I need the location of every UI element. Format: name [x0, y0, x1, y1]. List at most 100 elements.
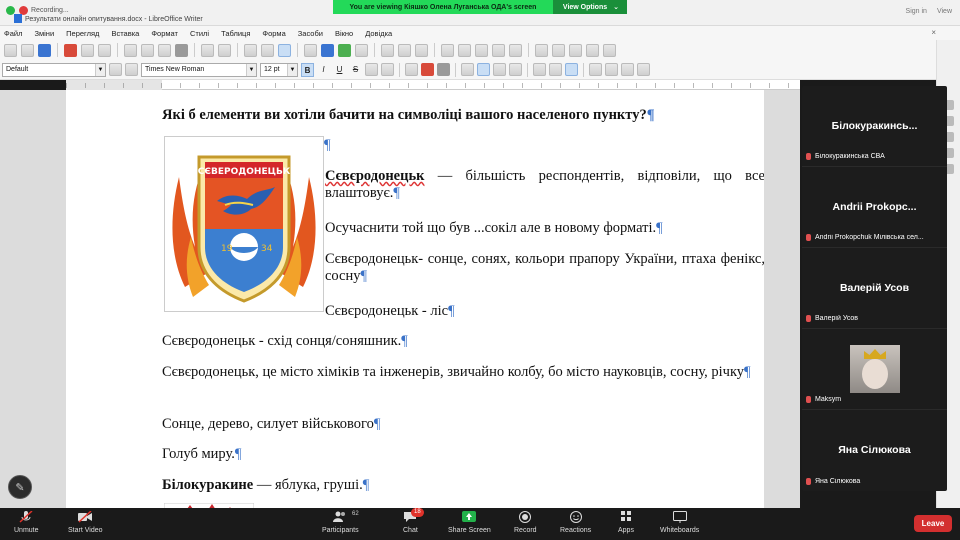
annotate-pen-icon[interactable]: ✎ — [8, 475, 32, 499]
bookmark-icon[interactable] — [492, 43, 505, 57]
menu-window[interactable]: Вікно — [335, 29, 353, 38]
horizontal-ruler[interactable] — [66, 80, 800, 90]
undo-icon[interactable] — [201, 43, 214, 57]
reactions-button[interactable]: Reactions — [560, 511, 591, 534]
participant-tile[interactable]: Білокуракинсь... Білокуракинська СВА — [802, 86, 947, 167]
participant-label-text: Валерій Усов — [815, 315, 859, 322]
menu-edit[interactable]: Зміни — [34, 29, 54, 38]
update-style-icon[interactable] — [109, 63, 122, 76]
menu-tools[interactable]: Засоби — [298, 29, 323, 38]
menu-styles[interactable]: Стилі — [190, 29, 209, 38]
underline-button[interactable]: U — [333, 63, 346, 77]
hyperlink-icon[interactable] — [441, 43, 454, 57]
comment-icon[interactable] — [535, 43, 548, 57]
menu-insert[interactable]: Вставка — [111, 29, 139, 38]
export-pdf-icon[interactable] — [64, 43, 77, 57]
page-break-icon[interactable] — [381, 43, 394, 57]
line-icon[interactable] — [569, 43, 582, 57]
bold-button[interactable]: B — [301, 62, 314, 77]
view-options-button[interactable]: View Options ⌄ — [552, 0, 627, 14]
cross-reference-icon[interactable] — [509, 43, 522, 57]
pilcrow: ¶ — [393, 185, 400, 201]
outline-list-icon[interactable] — [565, 63, 578, 76]
apps-button[interactable]: Apps — [618, 511, 634, 534]
print-icon[interactable] — [81, 43, 94, 57]
copy-icon[interactable] — [141, 43, 154, 57]
participant-avatar — [850, 345, 900, 393]
draw-functions-icon[interactable] — [603, 43, 616, 57]
whiteboards-button[interactable]: Whiteboards — [660, 511, 699, 534]
emblem-year2: 34 — [261, 244, 273, 254]
document-page[interactable]: Які б елементи ви хотіли бачити на симво… — [66, 90, 764, 508]
start-video-button[interactable]: Start Video — [68, 511, 103, 534]
chat-button[interactable]: 18 Chat — [403, 508, 424, 534]
justify-icon[interactable] — [509, 63, 522, 76]
paragraph-style-select[interactable]: Default ▼ — [2, 62, 106, 77]
superscript-icon[interactable] — [365, 63, 378, 76]
participant-tile[interactable]: Яна Сілюкова Яна Сілюкова — [802, 410, 947, 491]
record-button[interactable]: Record — [514, 511, 537, 534]
italic-button[interactable]: I — [317, 63, 330, 77]
find-replace-icon[interactable] — [244, 43, 257, 57]
menu-help[interactable]: Довідка — [365, 29, 392, 38]
insert-chart-icon[interactable] — [338, 43, 351, 57]
cut-icon[interactable] — [124, 43, 137, 57]
shapes-icon[interactable] — [586, 43, 599, 57]
redo-icon[interactable] — [218, 43, 231, 57]
menu-file[interactable]: Файл — [4, 29, 22, 38]
new-style-icon[interactable] — [125, 63, 138, 76]
leave-button[interactable]: Leave — [914, 515, 952, 532]
endnote-icon[interactable] — [475, 43, 488, 57]
menu-format[interactable]: Формат — [151, 29, 178, 38]
font-name-select[interactable]: Times New Roman ▼ — [141, 62, 257, 77]
new-icon[interactable] — [4, 43, 17, 57]
close-document-icon[interactable]: × — [931, 28, 936, 37]
increase-indent-icon[interactable] — [589, 63, 602, 76]
insert-field-icon[interactable] — [398, 43, 411, 57]
track-changes-icon[interactable] — [552, 43, 565, 57]
paragraph-spacing-icon[interactable] — [637, 63, 650, 76]
participant-label: Maksym — [806, 396, 944, 403]
p7-text: Сонце, дерево, силует військового — [162, 416, 374, 432]
font-size-select[interactable]: 12 pt ▼ — [260, 62, 298, 77]
participant-tile[interactable]: Andrii Prokopc... Andrii Prokopchuk Мілі… — [802, 167, 947, 248]
unmute-button[interactable]: Unmute — [14, 511, 39, 534]
print-preview-icon[interactable] — [98, 43, 111, 57]
share-screen-button[interactable]: Share Screen — [448, 511, 491, 534]
subscript-icon[interactable] — [381, 63, 394, 76]
menu-view[interactable]: Перегляд — [66, 29, 99, 38]
severodonetsk-emblem-image[interactable]: СЄВЕРОДОНЕЦЬК 19 34 — [164, 136, 324, 312]
spelling-icon[interactable] — [261, 43, 274, 57]
sign-in-link[interactable]: Sign in — [906, 8, 927, 15]
participants-button[interactable]: 62 Participants — [322, 511, 359, 534]
open-icon[interactable] — [21, 43, 34, 57]
menu-table[interactable]: Таблиця — [221, 29, 250, 38]
insert-image-icon[interactable] — [321, 43, 334, 57]
align-left-icon[interactable] — [461, 63, 474, 76]
decrease-indent-icon[interactable] — [605, 63, 618, 76]
font-color-icon[interactable] — [421, 63, 434, 76]
strikethrough-button[interactable]: S — [349, 63, 362, 77]
bilokurakyne-emblem-image[interactable] — [163, 500, 255, 508]
insert-textbox-icon[interactable] — [355, 43, 368, 57]
clear-formatting-icon[interactable] — [405, 63, 418, 76]
pilcrow: ¶ — [234, 446, 242, 462]
clone-formatting-icon[interactable] — [175, 43, 188, 57]
participant-tile[interactable]: Maksym — [802, 329, 947, 410]
footnote-icon[interactable] — [458, 43, 471, 57]
save-icon[interactable] — [38, 43, 51, 57]
line-spacing-icon[interactable] — [621, 63, 634, 76]
highlight-color-icon[interactable] — [437, 63, 450, 76]
paste-icon[interactable] — [158, 43, 171, 57]
formatting-marks-icon[interactable] — [278, 43, 291, 57]
menu-form[interactable]: Форма — [262, 29, 285, 38]
align-right-icon[interactable] — [493, 63, 506, 76]
toolbar-separator — [455, 62, 456, 77]
bullet-list-icon[interactable] — [533, 63, 546, 76]
special-character-icon[interactable] — [415, 43, 428, 57]
view-menu[interactable]: View — [937, 8, 952, 15]
participant-tile[interactable]: Валерій Усов Валерій Усов — [802, 248, 947, 329]
numbered-list-icon[interactable] — [549, 63, 562, 76]
insert-table-icon[interactable] — [304, 43, 317, 57]
align-center-icon[interactable] — [477, 63, 490, 76]
